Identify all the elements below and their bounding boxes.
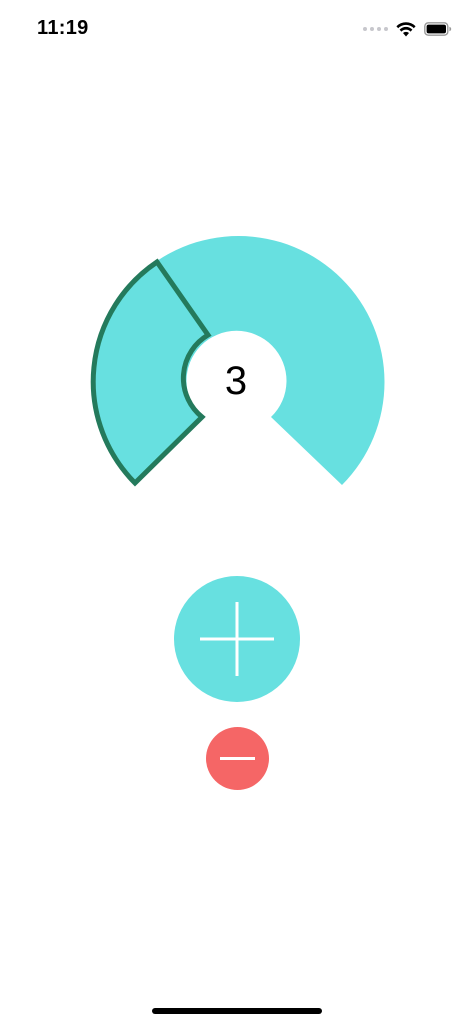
gauge-value: 3	[224, 358, 248, 403]
battery-icon	[424, 22, 452, 36]
minus-icon	[220, 757, 255, 760]
plus-icon	[200, 602, 274, 676]
home-indicator[interactable]	[152, 1008, 322, 1014]
status-icons	[363, 18, 452, 40]
status-bar: 11:19	[0, 0, 474, 58]
status-time: 11:19	[37, 17, 89, 39]
wifi-icon	[396, 21, 416, 36]
signal-dots-icon	[363, 27, 388, 31]
increment-button[interactable]	[174, 576, 300, 702]
decrement-button[interactable]	[206, 727, 269, 790]
app-screen: 11:19 3	[0, 0, 474, 1026]
